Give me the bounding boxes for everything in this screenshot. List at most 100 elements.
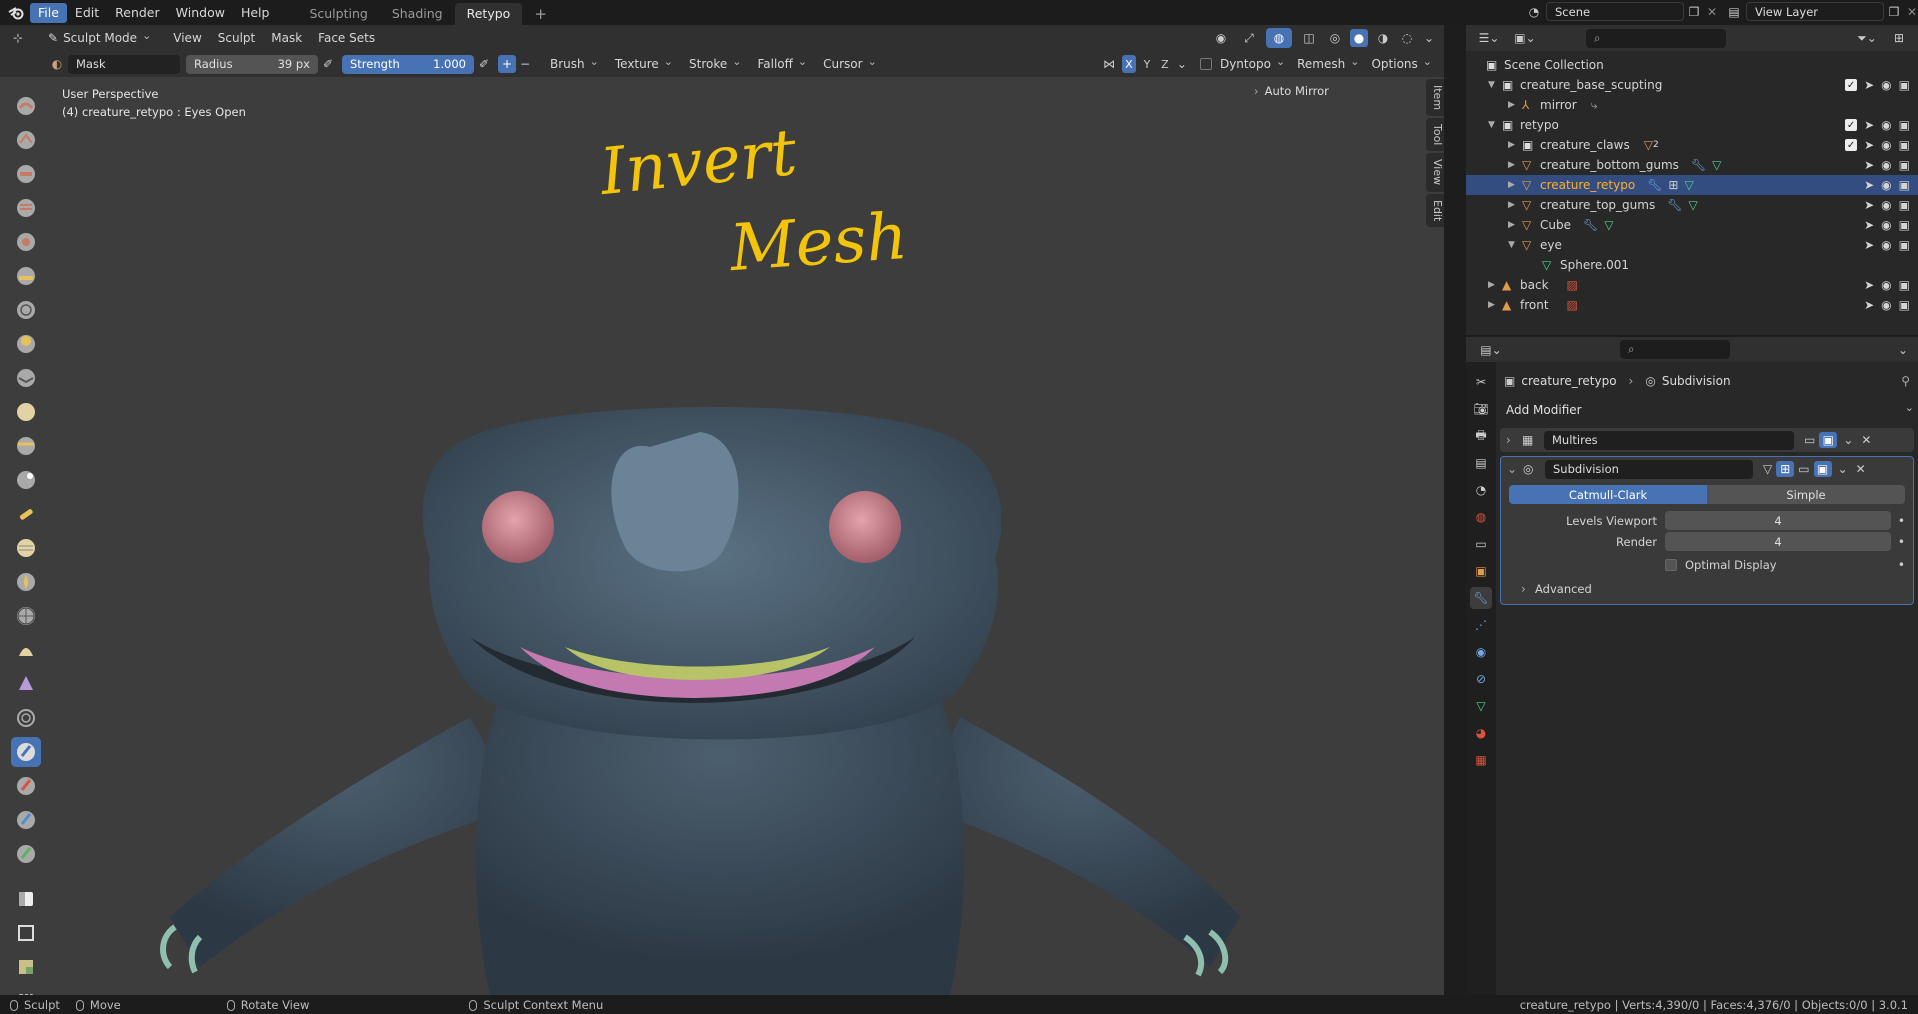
tree-item-front[interactable]: ▶ ▲ front ▨ ➤ ◉ ▣ bbox=[1466, 295, 1918, 315]
camera-icon[interactable]: ▣ bbox=[1899, 298, 1910, 312]
tree-item-retypo[interactable]: ▼ ▣ retypo ✓ ➤ ◉ ▣ bbox=[1466, 115, 1918, 135]
tree-item-creature-claws[interactable]: ▶ ▣ creature_claws ▽ 2 ✓ ➤ ◉ ▣ bbox=[1466, 135, 1918, 155]
snake-hook-tool[interactable] bbox=[11, 669, 41, 699]
thumb-tool[interactable] bbox=[11, 703, 41, 733]
outliner-editor-icon[interactable]: ☰⌄ bbox=[1474, 31, 1504, 45]
add-modifier-dropdown[interactable]: Add Modifier bbox=[1500, 400, 1914, 420]
editor-type-icon[interactable]: ⊹ bbox=[0, 31, 36, 45]
exclude-checkbox[interactable]: ✓ bbox=[1845, 139, 1858, 151]
subdivision-name-field[interactable]: Subdivision bbox=[1545, 459, 1753, 479]
keyframe-dot-icon[interactable]: • bbox=[1898, 558, 1905, 572]
eye-icon[interactable]: ◉ bbox=[1881, 198, 1891, 212]
camera-icon[interactable]: ▣ bbox=[1899, 218, 1910, 232]
auto-mirror-panel[interactable]: › Auto Mirror bbox=[1254, 82, 1424, 100]
brush-dropdown[interactable]: Brush bbox=[542, 57, 607, 71]
flatten-tool[interactable] bbox=[11, 431, 41, 461]
tree-item-back[interactable]: ▶ ▲ back ▨ ➤ ◉ ▣ bbox=[1466, 275, 1918, 295]
camera-icon[interactable]: ▣ bbox=[1899, 198, 1910, 212]
eye-icon[interactable]: ◉ bbox=[1881, 298, 1891, 312]
draw-sharp-tool[interactable] bbox=[11, 125, 41, 155]
strength-field[interactable]: Strength 1.000 bbox=[342, 54, 474, 74]
display-mode-icon[interactable]: ▣⌄ bbox=[1510, 31, 1540, 45]
chevron-right-icon[interactable]: › bbox=[1506, 433, 1522, 447]
expand-right-icon[interactable]: ▶ bbox=[1508, 180, 1522, 190]
radius-field[interactable]: Radius 39 px bbox=[186, 54, 318, 74]
menu-view[interactable]: View bbox=[165, 31, 209, 45]
menu-mask[interactable]: Mask bbox=[263, 31, 310, 45]
new-view-layer-icon[interactable]: ❐ bbox=[1884, 5, 1904, 19]
dyntopo-dropdown[interactable]: Dyntopo bbox=[1216, 57, 1289, 71]
simple-button[interactable]: Simple bbox=[1707, 485, 1905, 504]
render-tab-icon[interactable]: 📷︎ bbox=[1470, 398, 1492, 420]
camera-icon[interactable]: ▣ bbox=[1899, 238, 1910, 252]
object-tab-icon[interactable]: ▣ bbox=[1470, 560, 1492, 582]
expand-right-icon[interactable]: ▶ bbox=[1508, 160, 1522, 170]
box-face-set-tool[interactable] bbox=[11, 952, 41, 982]
solid-shading-icon[interactable]: ● bbox=[1350, 29, 1368, 47]
tab-view[interactable]: View bbox=[1426, 153, 1444, 192]
add-workspace-button[interactable]: + bbox=[522, 3, 559, 25]
expand-down-icon[interactable]: ▼ bbox=[1508, 240, 1522, 250]
chevron-down-icon[interactable]: ⌄ bbox=[1507, 462, 1523, 476]
edit-mode-toggle-icon[interactable]: ⊞ bbox=[1776, 461, 1795, 477]
eye-icon[interactable]: ◉ bbox=[1881, 158, 1891, 172]
grab-tool[interactable] bbox=[11, 601, 41, 631]
stroke-dropdown[interactable]: Stroke bbox=[681, 57, 749, 71]
options-chevron-icon[interactable]: ⌄ bbox=[1898, 343, 1908, 357]
select-toggle-icon[interactable]: ➤ bbox=[1864, 198, 1874, 212]
xray-icon[interactable]: ◫ bbox=[1298, 31, 1320, 45]
tree-item-mirror[interactable]: ▶ ⅄ mirror ⤷ bbox=[1466, 95, 1918, 115]
output-tab-icon[interactable]: 🖶︎ bbox=[1470, 425, 1492, 447]
expand-right-icon[interactable]: ▶ bbox=[1508, 140, 1522, 150]
expand-right-icon[interactable]: ▶ bbox=[1488, 300, 1502, 310]
eye-icon[interactable]: ◉ bbox=[1881, 238, 1891, 252]
exclude-checkbox[interactable]: ✓ bbox=[1845, 79, 1858, 91]
tab-shading[interactable]: Shading bbox=[380, 3, 455, 25]
eye-icon[interactable]: ◉ bbox=[1881, 218, 1891, 232]
eye-icon[interactable]: ◉ bbox=[1881, 278, 1891, 292]
material-tab-icon[interactable]: ◕ bbox=[1470, 722, 1492, 744]
delete-modifier-icon[interactable]: ✕ bbox=[1856, 462, 1866, 476]
rendered-shading-icon[interactable]: ◌ bbox=[1398, 31, 1416, 45]
select-toggle-icon[interactable]: ➤ bbox=[1864, 138, 1874, 152]
outliner-search-input[interactable]: ⌕ bbox=[1586, 28, 1726, 48]
subtract-mode-button[interactable]: − bbox=[516, 55, 534, 73]
view-layer-tab-icon[interactable]: ▤ bbox=[1470, 452, 1492, 474]
delete-modifier-icon[interactable]: ✕ bbox=[1861, 433, 1871, 447]
keyframe-dot-icon[interactable]: • bbox=[1891, 535, 1905, 549]
visibility-icon[interactable]: ◉ bbox=[1210, 31, 1232, 45]
mirror-y-toggle[interactable]: Y bbox=[1140, 55, 1154, 73]
select-toggle-icon[interactable]: ➤ bbox=[1864, 238, 1874, 252]
levels-viewport-field[interactable]: 4 bbox=[1665, 511, 1891, 530]
tree-item-creature-top-gums[interactable]: ▶ ▽ creature_top_gums 🔧︎ ▽ ➤ ◉ ▣ bbox=[1466, 195, 1918, 215]
camera-icon[interactable]: ▣ bbox=[1899, 118, 1910, 132]
select-toggle-icon[interactable]: ➤ bbox=[1864, 118, 1874, 132]
wireframe-shading-icon[interactable]: ◎ bbox=[1326, 31, 1344, 45]
new-scene-icon[interactable]: ❐ bbox=[1684, 5, 1704, 19]
eye-icon[interactable]: ◉ bbox=[1881, 178, 1891, 192]
eye-icon[interactable]: ◉ bbox=[1881, 138, 1891, 152]
eye-icon[interactable]: ◉ bbox=[1881, 78, 1891, 92]
multires-name-field[interactable]: Multires bbox=[1544, 430, 1794, 450]
smooth-tool[interactable] bbox=[11, 397, 41, 427]
box-hide-tool[interactable] bbox=[11, 918, 41, 948]
mirror-x-toggle[interactable]: X bbox=[1121, 55, 1136, 73]
tree-item-scene-collection[interactable]: ▣ Scene Collection bbox=[1466, 55, 1918, 75]
expand-right-icon[interactable]: ▶ bbox=[1508, 200, 1522, 210]
keyframe-dot-icon[interactable]: • bbox=[1891, 514, 1905, 528]
expand-down-icon[interactable]: ▼ bbox=[1488, 80, 1502, 90]
camera-icon[interactable]: ▣ bbox=[1899, 158, 1910, 172]
exclude-checkbox[interactable]: ✓ bbox=[1845, 119, 1858, 131]
physics-tab-icon[interactable]: ◉ bbox=[1470, 641, 1492, 663]
properties-editor-icon[interactable]: ▤⌄ bbox=[1476, 343, 1506, 357]
material-shading-icon[interactable]: ◑ bbox=[1374, 31, 1392, 45]
tree-item-cube[interactable]: ▶ ▽ Cube 🔧︎ ▽ ➤ ◉ ▣ bbox=[1466, 215, 1918, 235]
clay-thumb-tool[interactable] bbox=[11, 227, 41, 257]
scrape-tool[interactable] bbox=[11, 499, 41, 529]
tab-tool[interactable]: Tool bbox=[1426, 118, 1444, 152]
cursor-dropdown[interactable]: Cursor bbox=[815, 57, 885, 71]
particles-tab-icon[interactable]: ⋰ bbox=[1470, 614, 1492, 636]
tree-item-creature-retypo[interactable]: ▶ ▽ creature_retypo 🔧︎ ⊞ ▽ ➤ ◉ ▣ bbox=[1466, 175, 1918, 195]
menu-window[interactable]: Window bbox=[168, 3, 233, 23]
render-toggle-icon[interactable]: ▣ bbox=[1819, 432, 1838, 448]
